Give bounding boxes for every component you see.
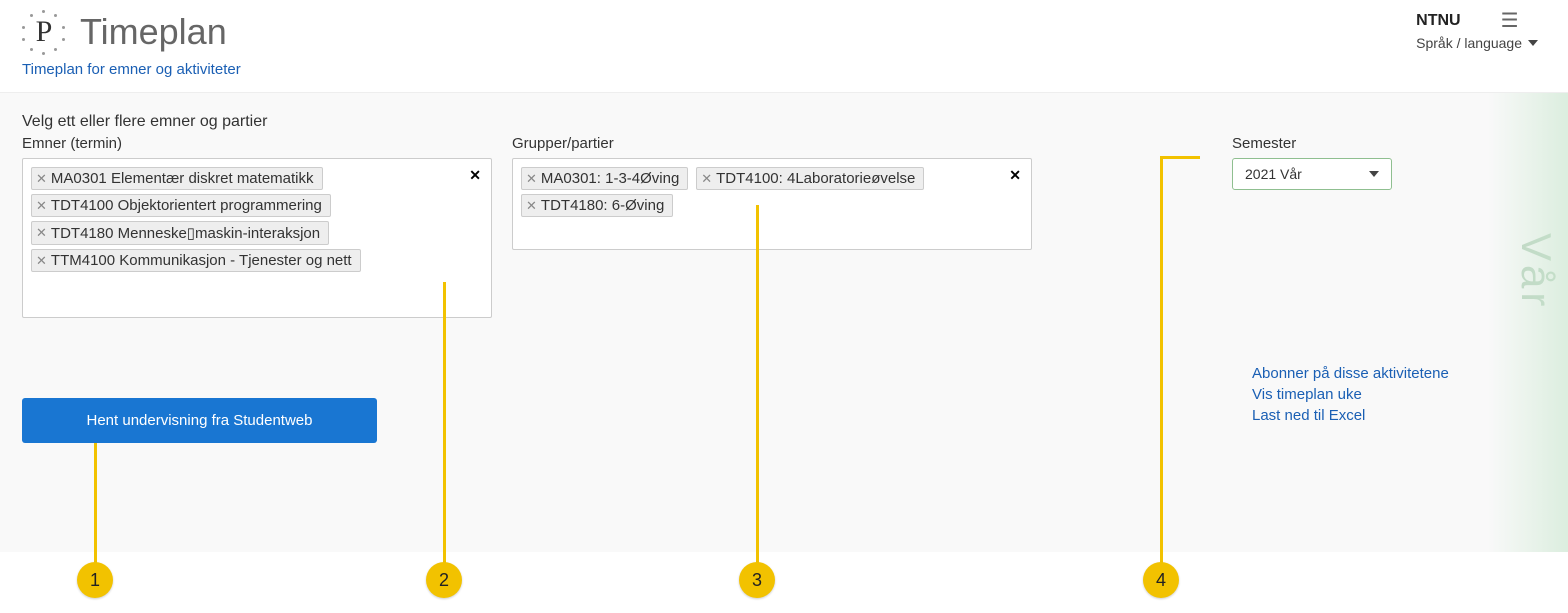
caret-down-icon [1528,40,1538,46]
season-watermark: Vår [1512,233,1560,310]
annotation-line [1160,156,1163,564]
groups-input[interactable]: ✕ ✕ MA0301: 1-3-4Øving ✕ TDT4100: 4Labor… [512,158,1032,250]
course-tag-label: TDT4100 Objektorientert programmering [51,197,322,214]
course-tag[interactable]: ✕ TDT4100 Objektorientert programmering [31,194,331,217]
course-tag-label: TTM4100 Kommunikasjon - Tjenester og net… [51,252,352,269]
groups-column: Grupper/partier ✕ ✕ MA0301: 1-3-4Øving ✕… [512,135,1032,443]
course-tag-label: TDT4180 Menneske▯maskin-interaksjon [51,224,320,242]
language-label: Språk / language [1416,35,1522,51]
fetch-studentweb-button[interactable]: Hent undervisning fra Studentweb [22,398,377,443]
annotation-line [94,443,97,563]
course-tag[interactable]: ✕ TTM4100 Kommunikasjon - Tjenester og n… [31,249,361,272]
group-tag[interactable]: ✕ TDT4180: 6-Øving [521,194,673,217]
main-panel: Vår Velg ett eller flere emner og partie… [0,92,1568,552]
logo: P Timeplan [20,8,227,56]
group-tag-label: TDT4100: 4Laboratorieøvelse [716,170,915,187]
show-week-link[interactable]: Vis timeplan uke [1252,386,1492,403]
language-dropdown[interactable]: Språk / language [1416,35,1538,51]
subheader-link[interactable]: Timeplan for emner og aktiviteter [22,61,241,78]
course-tag[interactable]: ✕ MA0301 Elementær diskret matematikk [31,167,323,190]
app-title: Timeplan [80,11,227,53]
group-tag-label: TDT4180: 6-Øving [541,197,664,214]
course-tag[interactable]: ✕ TDT4180 Menneske▯maskin-interaksjon [31,221,329,245]
right-column: Semester 2021 Vår Abonner på disse aktiv… [1232,135,1492,443]
courses-input[interactable]: ✕ ✕ MA0301 Elementær diskret matematikk … [22,158,492,318]
remove-tag-icon[interactable]: ✕ [526,171,537,187]
remove-tag-icon[interactable]: ✕ [36,198,47,214]
caret-down-icon [1369,171,1379,177]
annotation-line [443,282,446,564]
action-links: Abonner på disse aktivitetene Vis timepl… [1252,365,1492,424]
org-label: NTNU [1416,12,1460,30]
logo-icon: P [20,8,68,56]
courses-label: Emner (termin) [22,135,492,152]
instructions-text: Velg ett eller flere emner og partier [22,113,1546,131]
annotation-marker-1: 1 [77,562,113,598]
annotation-line [756,205,759,564]
header: P Timeplan NTNU ☰ Språk / language [0,0,1568,55]
remove-tag-icon[interactable]: ✕ [36,171,47,187]
download-excel-link[interactable]: Last ned til Excel [1252,407,1492,424]
semester-label: Semester [1232,135,1492,152]
group-tag-label: MA0301: 1-3-4Øving [541,170,679,187]
semester-value: 2021 Vår [1245,166,1302,182]
annotation-marker-3: 3 [739,562,775,598]
semester-select[interactable]: 2021 Vår [1232,158,1392,190]
remove-tag-icon[interactable]: ✕ [36,225,47,241]
courses-column: Emner (termin) ✕ ✕ MA0301 Elementær disk… [22,135,492,443]
header-right: NTNU ☰ Språk / language [1416,8,1548,51]
annotation-marker-2: 2 [426,562,462,598]
annotation-line [1160,156,1200,159]
annotation-marker-4: 4 [1143,562,1179,598]
remove-tag-icon[interactable]: ✕ [701,171,712,187]
clear-groups-icon[interactable]: ✕ [1009,167,1021,184]
group-tag[interactable]: ✕ MA0301: 1-3-4Øving [521,167,688,190]
menu-icon[interactable]: ☰ [1501,8,1519,33]
groups-label: Grupper/partier [512,135,1032,152]
clear-courses-icon[interactable]: ✕ [469,167,481,184]
subscribe-link[interactable]: Abonner på disse aktivitetene [1252,365,1492,382]
course-tag-label: MA0301 Elementær diskret matematikk [51,170,314,187]
group-tag[interactable]: ✕ TDT4100: 4Laboratorieøvelse [696,167,924,190]
remove-tag-icon[interactable]: ✕ [36,253,47,269]
remove-tag-icon[interactable]: ✕ [526,198,537,214]
